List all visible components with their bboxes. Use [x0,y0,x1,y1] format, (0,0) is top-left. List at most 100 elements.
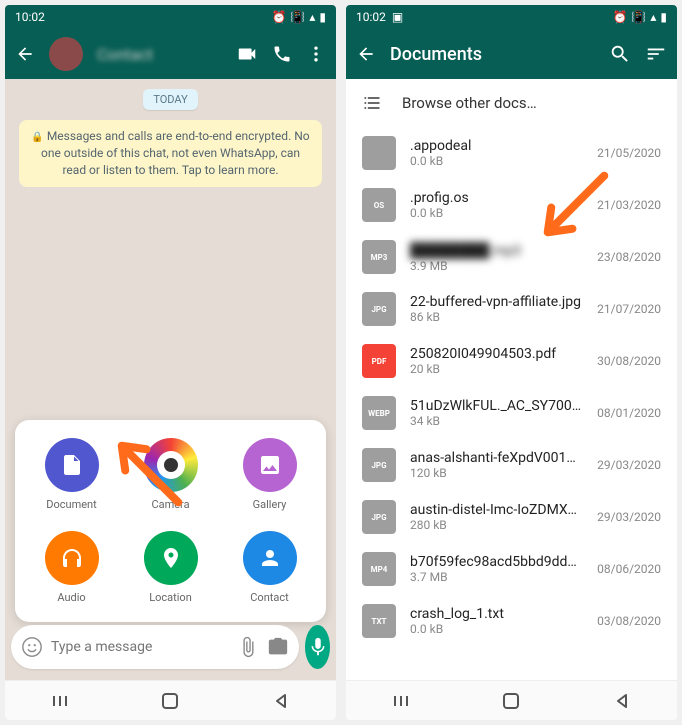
back-icon[interactable] [356,44,376,64]
file-type-icon: JPG [362,448,396,482]
attach-gallery[interactable]: Gallery [225,438,314,511]
camera-icon[interactable] [267,636,289,658]
file-type-icon: MP3 [362,240,396,274]
file-info: anas-alshanti-feXpdV001o4-unsplash.j… 12… [410,450,583,480]
file-name: 250820I049904503.pdf [410,346,583,362]
file-name: .appodeal [410,138,583,154]
file-date: 23/08/2020 [597,250,661,264]
documents-screen: 10:02 ▣ ⏰ 📳 ▴ ▮ Documents Browse other d… [346,5,677,720]
file-name: 51uDzWlkFUL._AC_SY700_ML1_FMwe… [410,398,583,414]
file-row[interactable]: MP4 b70f59fec98acd5bbd9dd78549f8720de… 3… [346,543,677,595]
video-call-icon[interactable] [236,43,258,65]
status-bar: 10:02 ⏰ 📳 ▴ ▮ [5,5,336,29]
file-size: 3.7 MB [410,570,583,584]
status-time: 10:02 [15,10,45,24]
list-icon [362,93,382,113]
attach-location-label: Location [149,591,192,604]
file-info: 250820I049904503.pdf 20 kB [410,346,583,376]
page-title: Documents [390,44,595,65]
message-input[interactable] [51,639,229,655]
file-name: b70f59fec98acd5bbd9dd78549f8720de… [410,554,583,570]
android-nav [346,680,677,720]
chat-body: TODAY 🔒 Messages and calls are end-to-en… [5,79,336,720]
file-row[interactable]: PDF 250820I049904503.pdf 20 kB 30/08/202… [346,335,677,387]
file-info: ████████.mp3 3.9 MB [410,242,583,273]
search-icon[interactable] [609,43,631,65]
file-type-icon: MP4 [362,552,396,586]
file-size: 86 kB [410,310,583,324]
attach-contact-label: Contact [250,591,288,604]
file-row[interactable]: .appodeal 0.0 kB 21/05/2020 [346,127,677,179]
signal-icon: ▴ [650,10,656,24]
file-size: 20 kB [410,362,583,376]
file-name: austin-distel-Imc-IoZDMXc-unsplash.jpg [410,502,583,518]
attachment-panel: Document Camera Gallery Audio Location [15,420,326,622]
status-icons: ⏰ 📳 ▴ ▮ [271,10,326,24]
chat-header: Contact [5,29,336,79]
back-button[interactable] [612,691,632,711]
file-size: 120 kB [410,466,583,480]
attach-camera-label: Camera [151,498,189,511]
status-bar: 10:02 ▣ ⏰ 📳 ▴ ▮ [346,5,677,29]
file-row[interactable]: WEBP 51uDzWlkFUL._AC_SY700_ML1_FMwe… 34 … [346,387,677,439]
file-info: crash_log_1.txt 0.0 kB [410,606,583,636]
sort-icon[interactable] [645,43,667,65]
file-type-icon: JPG [362,500,396,534]
browse-other-docs[interactable]: Browse other docs… [346,79,677,127]
menu-icon[interactable] [306,44,326,64]
android-nav [5,680,336,720]
file-row[interactable]: OS .profig.os 0.0 kB 21/03/2020 [346,179,677,231]
file-name: ████████.mp3 [410,242,583,259]
file-row[interactable]: JPG austin-distel-Imc-IoZDMXc-unsplash.j… [346,491,677,543]
back-icon[interactable] [15,44,35,64]
attach-icon[interactable] [237,636,259,658]
attach-location[interactable]: Location [126,531,215,604]
emoji-icon[interactable] [21,636,43,658]
home-button[interactable] [501,691,521,711]
battery-icon: ▮ [319,10,326,24]
signal-icon: ▴ [309,10,315,24]
file-name: .profig.os [410,190,583,206]
avatar[interactable] [49,37,83,71]
alarm-icon: ⏰ [612,10,627,24]
attach-contact[interactable]: Contact [225,531,314,604]
chat-screen: 10:02 ⏰ 📳 ▴ ▮ Contact TODAY 🔒 Messages a… [5,5,336,720]
file-date: 21/07/2020 [597,302,661,316]
file-row[interactable]: JPG anas-alshanti-feXpdV001o4-unsplash.j… [346,439,677,491]
file-date: 30/08/2020 [597,354,661,368]
documents-list[interactable]: Browse other docs… .appodeal 0.0 kB 21/0… [346,79,677,720]
recents-button[interactable] [391,691,411,711]
status-time: 10:02 [356,10,386,24]
mic-button[interactable] [305,625,330,669]
recents-button[interactable] [50,691,70,711]
file-name: 22-buffered-vpn-affiliate.jpg [410,294,583,310]
contact-name[interactable]: Contact [97,45,222,64]
file-date: 08/01/2020 [597,406,661,420]
alarm-icon: ⏰ [271,10,286,24]
file-type-icon: OS [362,188,396,222]
file-row[interactable]: MP3 ████████.mp3 3.9 MB 23/08/2020 [346,231,677,283]
attach-audio-label: Audio [57,591,85,604]
file-size: 3.9 MB [410,259,583,273]
file-type-icon: TXT [362,604,396,638]
file-name: anas-alshanti-feXpdV001o4-unsplash.j… [410,450,583,466]
attach-document[interactable]: Document [27,438,116,511]
file-row[interactable]: JPG 22-buffered-vpn-affiliate.jpg 86 kB … [346,283,677,335]
file-type-icon: JPG [362,292,396,326]
voice-call-icon[interactable] [272,44,292,64]
file-size: 0.0 kB [410,154,583,168]
file-type-icon [362,136,396,170]
battery-icon: ▮ [660,10,667,24]
encryption-banner[interactable]: 🔒 Messages and calls are end-to-end encr… [19,120,322,187]
file-type-icon: PDF [362,344,396,378]
back-button[interactable] [271,691,291,711]
attach-audio[interactable]: Audio [27,531,116,604]
browse-label: Browse other docs… [402,94,537,112]
encryption-text: Messages and calls are end-to-end encryp… [41,129,310,177]
attach-camera[interactable]: Camera [126,438,215,511]
file-date: 08/06/2020 [597,562,661,576]
file-date: 03/08/2020 [597,614,661,628]
file-row[interactable]: TXT crash_log_1.txt 0.0 kB 03/08/2020 [346,595,677,647]
file-info: .appodeal 0.0 kB [410,138,583,168]
home-button[interactable] [160,691,180,711]
